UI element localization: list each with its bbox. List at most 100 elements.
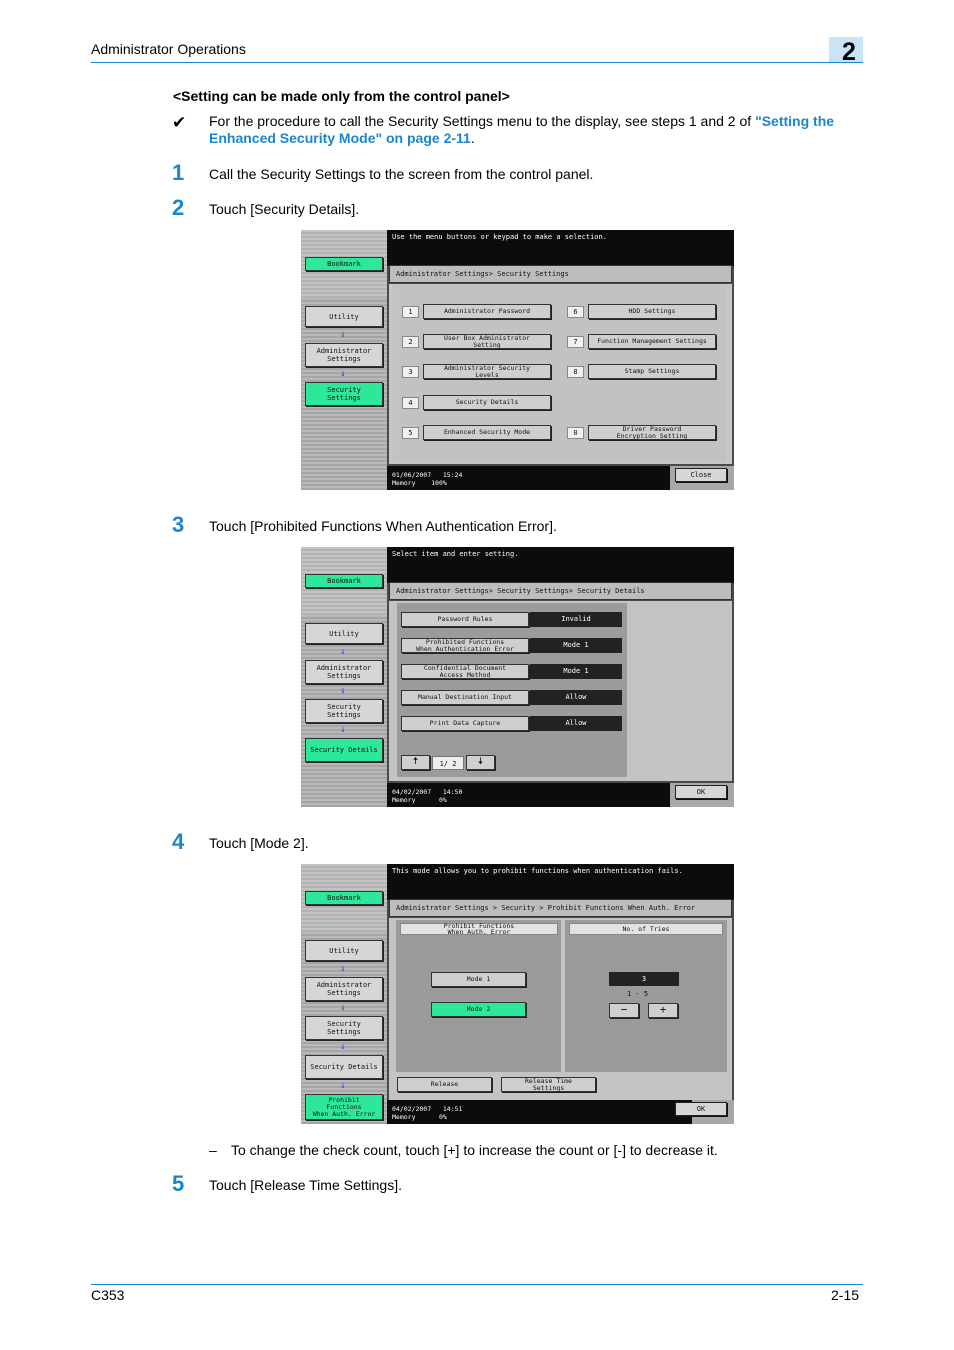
footer-model: C353 xyxy=(91,1287,125,1303)
plus-button[interactable]: + xyxy=(648,1003,678,1018)
status-bar: 01/06/2007 15:24 Memory 100% xyxy=(387,466,672,490)
step-text: Call the Security Settings to the screen… xyxy=(209,166,594,182)
stamp-settings-button[interactable]: Stamp Settings xyxy=(588,364,716,379)
security-details-button[interactable]: Security Details xyxy=(305,1055,383,1079)
memory-value: 0% xyxy=(438,796,447,804)
status-date: 01/06/2007 xyxy=(392,471,432,479)
confidential-document-value: Mode 1 xyxy=(530,664,622,679)
menu-number: 6 xyxy=(567,306,584,318)
function-management-settings-button[interactable]: Function Management Settings xyxy=(588,334,716,349)
enhanced-security-mode-button[interactable]: Enhanced Security Mode xyxy=(423,425,551,440)
status-time: 15:24 xyxy=(442,471,463,479)
memory-value: 100% xyxy=(431,479,447,487)
utility-button[interactable]: Utility xyxy=(305,623,383,644)
page-indicator: 1/ 2 xyxy=(432,756,464,770)
utility-button[interactable]: Utility xyxy=(305,940,383,961)
security-settings-button[interactable]: Security Settings xyxy=(305,699,383,723)
menu-number: 0 xyxy=(567,427,584,439)
step-text: Touch [Security Details]. xyxy=(209,201,360,217)
screen-security-details: Bookmark Utility ↓ Administrator Setting… xyxy=(301,547,734,807)
minus-button[interactable]: − xyxy=(609,1003,639,1018)
header-title: Administrator Operations xyxy=(91,41,246,57)
mode-1-button[interactable]: Mode 1 xyxy=(431,972,526,987)
mode-panel xyxy=(396,920,561,1072)
release-time-settings-button[interactable]: Release Time Settings xyxy=(501,1077,596,1092)
password-rules-value: Invalid xyxy=(530,612,622,627)
driver-password-encryption-button[interactable]: Driver Password Encryption Setting xyxy=(588,425,716,440)
manual-destination-input-button[interactable]: Manual Destination Input xyxy=(401,690,529,705)
security-settings-button[interactable]: Security Settings xyxy=(305,1016,383,1040)
security-details-button[interactable]: Security Details xyxy=(423,395,551,410)
administrator-settings-button[interactable]: Administrator Settings xyxy=(305,343,383,367)
utility-button[interactable]: Utility xyxy=(305,306,383,327)
arrow-down-icon: ↓ xyxy=(340,369,346,379)
note-body: For the procedure to call the Security S… xyxy=(209,113,756,129)
bookmark-button[interactable]: Bookmark xyxy=(305,574,383,588)
arrow-down-icon: ↓ xyxy=(340,725,346,735)
arrow-down-icon: ↓ xyxy=(340,964,346,974)
prohibited-functions-value: Mode 1 xyxy=(530,638,622,653)
release-button[interactable]: Release xyxy=(397,1077,492,1092)
footer-page: 2-15 xyxy=(831,1287,860,1303)
header-rule xyxy=(91,62,863,63)
user-box-administrator-setting-button[interactable]: User Box Administrator Setting xyxy=(423,334,551,349)
menu-number: 1 xyxy=(402,306,419,318)
tries-value[interactable]: 3 xyxy=(609,972,679,986)
page-up-icon[interactable]: 🠅 xyxy=(401,755,430,770)
confidential-document-button[interactable]: Confidential Document Access Method xyxy=(401,664,529,679)
menu-number: 4 xyxy=(402,397,419,409)
note-text: For the procedure to call the Security S… xyxy=(209,113,864,147)
step-number: 2 xyxy=(172,195,185,220)
status-time: 14:50 xyxy=(442,788,463,796)
hdd-settings-button[interactable]: HDD Settings xyxy=(588,304,716,319)
step-number: 3 xyxy=(172,512,185,537)
administrator-settings-button[interactable]: Administrator Settings xyxy=(305,977,383,1001)
step-text: Touch [Release Time Settings]. xyxy=(209,1177,402,1193)
prohibit-functions-button[interactable]: Prohibit Functions When Auth. Error xyxy=(305,1094,383,1120)
print-data-capture-value: Allow xyxy=(530,716,622,731)
password-rules-button[interactable]: Password Rules xyxy=(401,612,529,627)
prohibited-functions-button[interactable]: Prohibited Functions When Authentication… xyxy=(401,638,529,653)
arrow-down-icon: ↓ xyxy=(340,647,346,657)
screen-message: Use the menu buttons or keypad to make a… xyxy=(387,230,734,266)
print-data-capture-button[interactable]: Print Data Capture xyxy=(401,716,529,731)
step-text: Touch [Prohibited Functions When Authent… xyxy=(209,518,557,534)
bookmark-button[interactable]: Bookmark xyxy=(305,891,383,905)
memory-label: Memory xyxy=(392,1113,416,1121)
memory-label: Memory xyxy=(392,796,416,804)
screen-message: This mode allows you to prohibit functio… xyxy=(387,864,734,900)
administrator-password-button[interactable]: Administrator Password xyxy=(423,304,551,319)
status-time: 14:51 xyxy=(442,1105,463,1113)
status-date: 04/02/2007 xyxy=(392,1105,432,1113)
ok-button[interactable]: OK xyxy=(675,1102,727,1116)
menu-number: 7 xyxy=(567,336,584,348)
check-icon: ✔ xyxy=(172,113,187,132)
close-button[interactable]: Close xyxy=(675,468,727,482)
arrow-down-icon: ↓ xyxy=(340,686,346,696)
security-details-button[interactable]: Security Details xyxy=(305,738,383,762)
dash-mark: – xyxy=(209,1142,217,1158)
arrow-down-icon: ↓ xyxy=(340,1003,346,1013)
menu-number: 5 xyxy=(402,427,419,439)
status-date: 04/02/2007 xyxy=(392,788,432,796)
tries-range: 1 - 5 xyxy=(627,990,649,998)
security-settings-button[interactable]: Security Settings xyxy=(305,382,383,406)
section-heading: <Setting can be made only from the contr… xyxy=(173,88,510,104)
bookmark-button[interactable]: Bookmark xyxy=(305,257,383,271)
dash-note-text: To change the check count, touch [+] to … xyxy=(231,1142,718,1158)
ok-button[interactable]: OK xyxy=(675,785,727,799)
note-end: . xyxy=(470,130,475,146)
status-bar: 04/02/2007 14:51 Memory 0% xyxy=(387,1100,692,1124)
step-number: 4 xyxy=(172,829,185,854)
screen-path: Administrator Settings> Security Setting… xyxy=(389,582,732,600)
step-number: 1 xyxy=(172,160,185,185)
tries-panel-title: No. of Tries xyxy=(569,923,723,935)
administrator-settings-button[interactable]: Administrator Settings xyxy=(305,660,383,684)
mode-2-button[interactable]: Mode 2 xyxy=(431,1002,526,1017)
memory-label: Memory xyxy=(392,479,416,487)
administrator-security-levels-button[interactable]: Administrator Security Levels xyxy=(423,364,551,379)
footer-rule xyxy=(91,1284,863,1285)
page-down-icon[interactable]: 🠇 xyxy=(466,755,495,770)
memory-value: 0% xyxy=(438,1113,447,1121)
arrow-down-icon: ↓ xyxy=(340,1081,346,1091)
